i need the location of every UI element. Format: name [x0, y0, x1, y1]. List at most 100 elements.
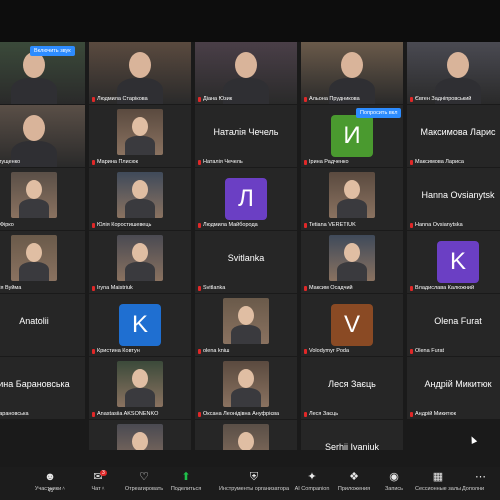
person-head [132, 243, 148, 262]
muted-mic-icon [304, 411, 307, 417]
participant-tile[interactable]: Serhii IvaniukSerhii Ivaniuk [301, 420, 403, 450]
person-head [132, 180, 148, 199]
person-body [337, 199, 367, 218]
apps-icon: ❖ [349, 471, 359, 483]
participant-name: Olena Furat [415, 348, 445, 354]
participant-name: Volodymyr Poda [309, 348, 350, 354]
participant-tile[interactable]: Євген Задніпровський [407, 42, 500, 104]
participant-name-label: Людмила Старікова [92, 96, 148, 102]
person-head [235, 52, 257, 78]
participant-tile[interactable]: тасія Вуйма [0, 231, 85, 293]
participant-tile[interactable]: K Владислава Калюжний [407, 231, 500, 293]
more-icon: ⋯ [475, 471, 486, 483]
display-name: Максимова Ларис [420, 127, 496, 137]
profile-photo [117, 109, 163, 155]
share-arrow-icon: ⬆ [181, 471, 191, 483]
person-head [238, 432, 254, 450]
participant-name: я Глущенко [0, 159, 21, 165]
profile-photo [329, 235, 375, 281]
muted-mic-icon [92, 411, 95, 417]
participant-tile[interactable]: Діана Юзик [195, 42, 297, 104]
more-button[interactable]: ⋯ Дополни [462, 471, 500, 492]
participant-name-label: Марина Плисюк [92, 159, 138, 165]
participant-tile[interactable]: Hanna Ovsianytsk Hanna Ovsianytska [407, 168, 500, 230]
participant-tile[interactable]: olena kniш [195, 294, 297, 356]
participant-video [301, 42, 403, 104]
participant-tile[interactable]: Svitlanka Svitlanka [195, 231, 297, 293]
participant-name: Anastasiia AKSONENKO [97, 411, 159, 417]
participant-name: Марина Плисюк [97, 159, 138, 165]
breakout-rooms-button[interactable]: ▦ Сессионные залы [412, 471, 464, 492]
participant-tile[interactable]: Polina Chalenko [195, 420, 297, 450]
participant-tile[interactable]: Anatoliiolii [0, 294, 85, 356]
host-tools-button[interactable]: ⛨ Инструменты организатора [216, 471, 292, 492]
participant-tile[interactable]: V Volodymyr Poda [301, 294, 403, 356]
muted-mic-icon [304, 96, 307, 102]
participant-name: Оксана Леонідівна Ануфрієва [203, 411, 280, 417]
participant-name: Андрій Микитюк [415, 411, 456, 417]
participant-video [89, 42, 191, 104]
participant-tile[interactable]: Людмила Старікова [89, 42, 191, 104]
display-name: Anatolii [19, 316, 49, 326]
participant-name: Владислава Калюжний [415, 285, 475, 291]
share-button[interactable]: ⬆ Поделиться [160, 471, 212, 492]
participant-tile[interactable]: Olena Furat Olena Furat [407, 294, 500, 356]
muted-mic-icon [410, 411, 413, 417]
zoom-meeting-window: Serhii IvaniukSerhii IvaniukPolina Chale… [0, 0, 500, 500]
participant-name: Кристина Ковтун [97, 348, 140, 354]
participant-tile[interactable]: Iryna Maistriuk [89, 231, 191, 293]
participant-name-label: olena kniш [198, 348, 229, 354]
participant-tile[interactable]: Anastasiia AKSONENKO [89, 357, 191, 419]
participant-tile[interactable]: Vladyslav Belan [89, 420, 191, 450]
participant-video [0, 105, 85, 167]
participant-tile[interactable]: Андрій Микитюк Андрій Микитюк [407, 357, 500, 419]
participant-name-label: Діана Юзик [198, 96, 232, 102]
ask-unmute-pill[interactable]: Попросить вкл [356, 108, 402, 118]
muted-mic-icon [92, 348, 95, 354]
display-name: Hanna Ovsianytsk [421, 190, 495, 200]
muted-mic-icon [198, 285, 201, 291]
participant-name-label: Volodymyr Poda [304, 348, 349, 354]
muted-mic-icon [92, 159, 95, 165]
person-head [23, 115, 45, 141]
participant-tile[interactable]: Л Людмила Майборода [195, 168, 297, 230]
person-body [19, 262, 49, 281]
display-name: Наталія Чечель [213, 127, 279, 137]
muted-mic-icon [198, 411, 201, 417]
participant-video [195, 42, 297, 104]
muted-mic-icon [92, 222, 95, 228]
initial-avatar: K [119, 304, 161, 346]
participant-name-label: Оксана Леонідівна Ануфрієва [198, 411, 279, 417]
participant-name-label: Iryna Maistriuk [92, 285, 133, 291]
participant-name: Діана Юзик [203, 96, 233, 102]
gallery-view: Serhii IvaniukSerhii IvaniukPolina Chale… [0, 42, 500, 450]
participants-button[interactable]: ☻45 Участники˄ [24, 471, 76, 494]
participant-tile[interactable]: Максим Осадчий [301, 231, 403, 293]
participant-tile[interactable]: Tetiana VERETIUK [301, 168, 403, 230]
participant-tile[interactable]: Марина Плисюк [89, 105, 191, 167]
profile-photo [329, 172, 375, 218]
participant-tile[interactable]: я Глущенко [0, 105, 85, 167]
participant-tile[interactable]: Юлія Коростишевець [89, 168, 191, 230]
person-head [447, 52, 469, 78]
unmute-pill[interactable]: Включить звук [30, 46, 75, 56]
display-name: ина Барановська [0, 379, 70, 389]
participant-tile[interactable]: Леся Заєць Леся Заєць [301, 357, 403, 419]
participant-name: Наталія Чечель [203, 159, 243, 165]
muted-mic-icon [92, 96, 95, 102]
person-body [231, 325, 261, 344]
participant-name: Максим Осадчий [309, 285, 353, 291]
participant-tile[interactable]: ина Барановська а Барановська [0, 357, 85, 419]
muted-mic-icon [198, 222, 201, 228]
participant-tile[interactable]: K Кристина Ковтун [89, 294, 191, 356]
display-name: Serhii Ivaniuk [324, 442, 380, 450]
profile-photo [223, 424, 269, 450]
chat-button[interactable]: ✉ 3 Чат˄ [72, 470, 124, 492]
participant-tile[interactable]: Наталія Чечель Наталія Чечель [195, 105, 297, 167]
participant-tile[interactable]: Оксана Леонідівна Ануфрієва [195, 357, 297, 419]
participant-tile[interactable]: Максимова Ларис Максимова Лариса [407, 105, 500, 167]
participant-tile[interactable]: Альона Прудникова [301, 42, 403, 104]
profile-photo [11, 235, 57, 281]
participant-tile[interactable]: іна Фірко [0, 168, 85, 230]
chat-badge: 3 [100, 470, 107, 476]
